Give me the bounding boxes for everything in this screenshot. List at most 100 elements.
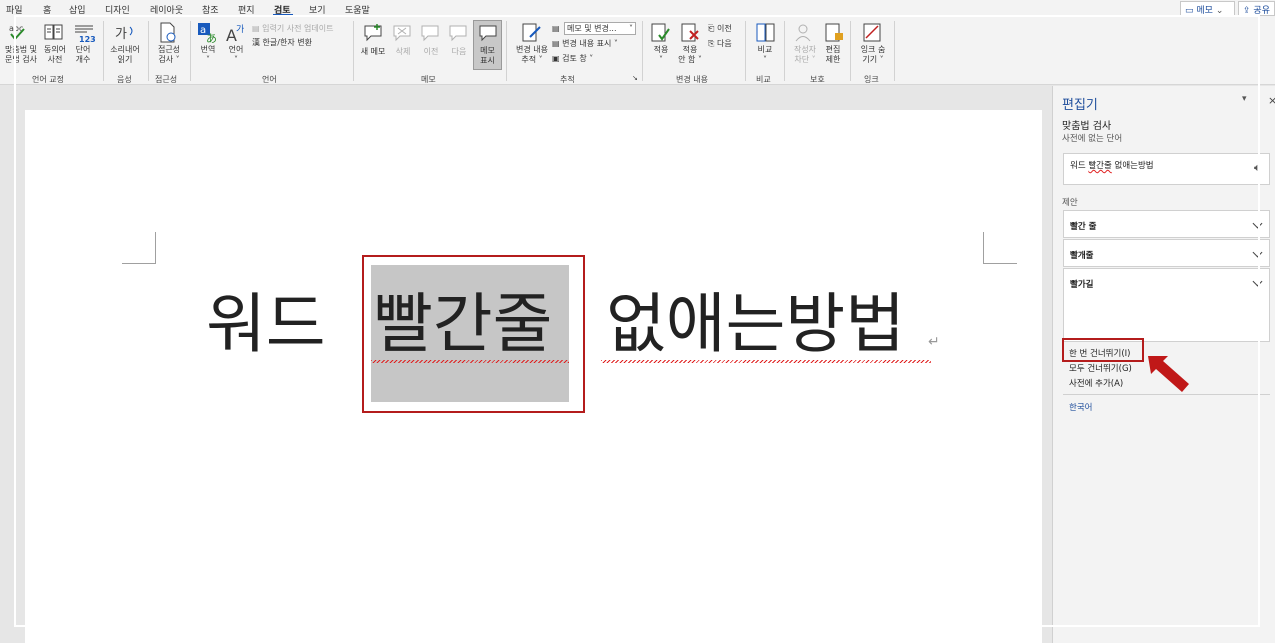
- accept-label-2: ˅: [659, 55, 663, 64]
- read-aloud-label-1: 소리내어: [110, 45, 140, 54]
- new-comment-button[interactable]: 새 메모: [357, 47, 389, 57]
- accessibility-label-2: 검사 ˅: [158, 55, 180, 64]
- previous-comment-button[interactable]: 이전: [418, 47, 444, 57]
- language-label-2: ˅: [234, 55, 238, 64]
- chevron-down-icon: ˅: [629, 24, 633, 33]
- group-tracking-label: 추적: [560, 75, 575, 84]
- hide-ink-button[interactable]: 잉크 숨 기기 ˅: [855, 45, 891, 65]
- chevron-down-icon[interactable]: [1252, 218, 1263, 229]
- block-authors-label-1: 작성자: [793, 45, 817, 54]
- group-protect-label: 보호: [810, 75, 825, 84]
- next-change-button[interactable]: ⎘ 다음: [708, 38, 732, 49]
- share-icon: ⇪: [1243, 6, 1251, 16]
- tab-references[interactable]: 참조: [202, 3, 219, 16]
- language-button[interactable]: 언어 ˅: [221, 45, 251, 65]
- suggestion-item[interactable]: 빨개줄: [1063, 239, 1270, 267]
- group-language-label: 언어: [262, 75, 277, 84]
- update-ime-dictionary-button[interactable]: ▤ 입력기 사전 업데이트: [252, 23, 333, 34]
- dialog-launcher-icon[interactable]: ↘: [632, 73, 638, 84]
- spelling-error-underline: [601, 360, 931, 363]
- ignore-all-button[interactable]: 모두 건너뛰기(G): [1069, 362, 1132, 374]
- spelling-label-2: 문법 검사: [5, 55, 37, 64]
- comments-button-label: 메모: [1196, 6, 1213, 16]
- delete-comment-button[interactable]: 삭제: [390, 47, 416, 57]
- error-type-subtitle: 사전에 없는 단어: [1062, 134, 1123, 144]
- translate-label-1: 번역: [200, 45, 216, 54]
- ribbon: abc 맞춤법 및 문법 검사 동의어 사전 123 단어 개수 언어 교정 가…: [0, 17, 1275, 85]
- show-comments-icon: [479, 25, 497, 42]
- block-authors-button[interactable]: 작성자 차단 ˅: [789, 45, 821, 65]
- group-proofing-label: 언어 교정: [32, 75, 64, 84]
- next-change-label: 다음: [716, 39, 732, 48]
- show-markup-label: 변경 내용 표시 ˅: [562, 39, 618, 48]
- comments-button[interactable]: ▭ 메모 ⌄: [1180, 1, 1235, 16]
- language-icon: A 가: [226, 24, 244, 44]
- restrict-editing-label-2: 제한: [825, 55, 841, 64]
- show-comments-button[interactable]: 메모 표시: [473, 20, 502, 70]
- margin-marker-right: [983, 232, 1017, 264]
- hanja-icon: 漢: [252, 38, 260, 47]
- markup-select[interactable]: 메모 및 변경... ˅: [564, 22, 636, 35]
- track-changes-button[interactable]: 변경 내용 추적 ˅: [512, 45, 552, 65]
- accept-button[interactable]: 적용 ˅: [647, 45, 675, 65]
- spelling-grammar-button[interactable]: 맞춤법 및 문법 검사: [2, 45, 40, 65]
- tab-home[interactable]: 홈: [43, 3, 51, 16]
- word-count-button[interactable]: 단어 개수: [70, 45, 96, 65]
- close-icon[interactable]: ×: [1268, 94, 1275, 107]
- previous-change-button[interactable]: ⎗ 이전: [708, 23, 732, 34]
- show-markup-button[interactable]: ▤ 변경 내용 표시 ˅: [552, 38, 618, 49]
- dictionary-icon: ▤: [252, 24, 260, 33]
- speaker-icon[interactable]: 🔈︎: [1254, 161, 1261, 175]
- suggestion-item[interactable]: 빨간 줄: [1063, 210, 1270, 238]
- thesaurus-button[interactable]: 동의어 사전: [40, 45, 70, 65]
- document-word-1[interactable]: 워드: [206, 285, 326, 365]
- block-authors-label-2: 차단 ˅: [794, 55, 816, 64]
- pane-options-icon[interactable]: ▾: [1242, 94, 1247, 104]
- chevron-down-icon[interactable]: [1252, 247, 1263, 258]
- read-aloud-button[interactable]: 소리내어 읽기: [106, 45, 144, 65]
- tab-design[interactable]: 디자인: [105, 3, 130, 16]
- tab-mailings[interactable]: 편지: [238, 3, 255, 16]
- tab-layout[interactable]: 레이아웃: [150, 3, 183, 16]
- reject-button[interactable]: 적용 안 함 ˅: [674, 45, 706, 65]
- share-button[interactable]: ⇪ 공유: [1238, 1, 1275, 16]
- suggestion-text: 빨간 줄: [1070, 222, 1097, 232]
- next-comment-button[interactable]: 다음: [446, 47, 472, 57]
- tab-file[interactable]: 파일: [6, 3, 23, 16]
- thesaurus-label-2: 사전: [47, 55, 63, 64]
- hanja-label: 한글/한자 변환: [262, 38, 312, 47]
- reviewing-pane-button[interactable]: ▣ 검토 창 ˅: [552, 53, 593, 64]
- next-comment-icon: [449, 25, 467, 42]
- translate-label-2: ˅: [206, 55, 210, 64]
- tab-help[interactable]: 도움말: [345, 3, 370, 16]
- group-separator: [894, 21, 895, 81]
- translate-button[interactable]: 번역 ˅: [192, 45, 224, 65]
- editor-title: 편집기: [1062, 98, 1098, 113]
- block-authors-icon: [795, 24, 811, 42]
- group-separator: [148, 21, 149, 81]
- hide-ink-label-1: 잉크 숨: [860, 45, 886, 54]
- restrict-editing-button[interactable]: 편집 제한: [821, 45, 845, 65]
- track-changes-label-1: 변경 내용: [516, 45, 548, 54]
- suggestions-label: 제안: [1062, 198, 1078, 208]
- accept-change-icon: [651, 23, 670, 42]
- hide-ink-label-2: 기기 ˅: [862, 55, 884, 64]
- spelling-section-title: 맞춤법 검사: [1062, 121, 1112, 132]
- tab-view[interactable]: 보기: [309, 3, 326, 16]
- word-count-icon: 123: [75, 25, 95, 43]
- chevron-down-icon[interactable]: [1252, 276, 1263, 287]
- suggestion-item[interactable]: 빨가길: [1063, 268, 1270, 342]
- add-to-dictionary-button[interactable]: 사전에 추가(A): [1069, 377, 1123, 389]
- word-count-label-2: 개수: [75, 55, 91, 64]
- compare-button[interactable]: 비교 ˅: [751, 45, 779, 65]
- hangul-hanja-convert-button[interactable]: 漢 한글/한자 변환: [252, 37, 312, 48]
- tab-insert[interactable]: 삽입: [69, 3, 86, 16]
- document-word-3[interactable]: 없애는방법: [606, 285, 905, 365]
- accept-label-1: 적용: [653, 45, 669, 54]
- context-text: 워드 빨간줄 없애는방법: [1070, 159, 1154, 171]
- context-box: 워드 빨간줄 없애는방법 🔈︎: [1063, 153, 1270, 185]
- proofing-language-link[interactable]: 한국어: [1069, 401, 1092, 413]
- compare-label-1: 비교: [757, 45, 773, 54]
- new-comment-icon: [364, 24, 382, 42]
- accessibility-check-button[interactable]: 접근성 검사 ˅: [151, 45, 187, 65]
